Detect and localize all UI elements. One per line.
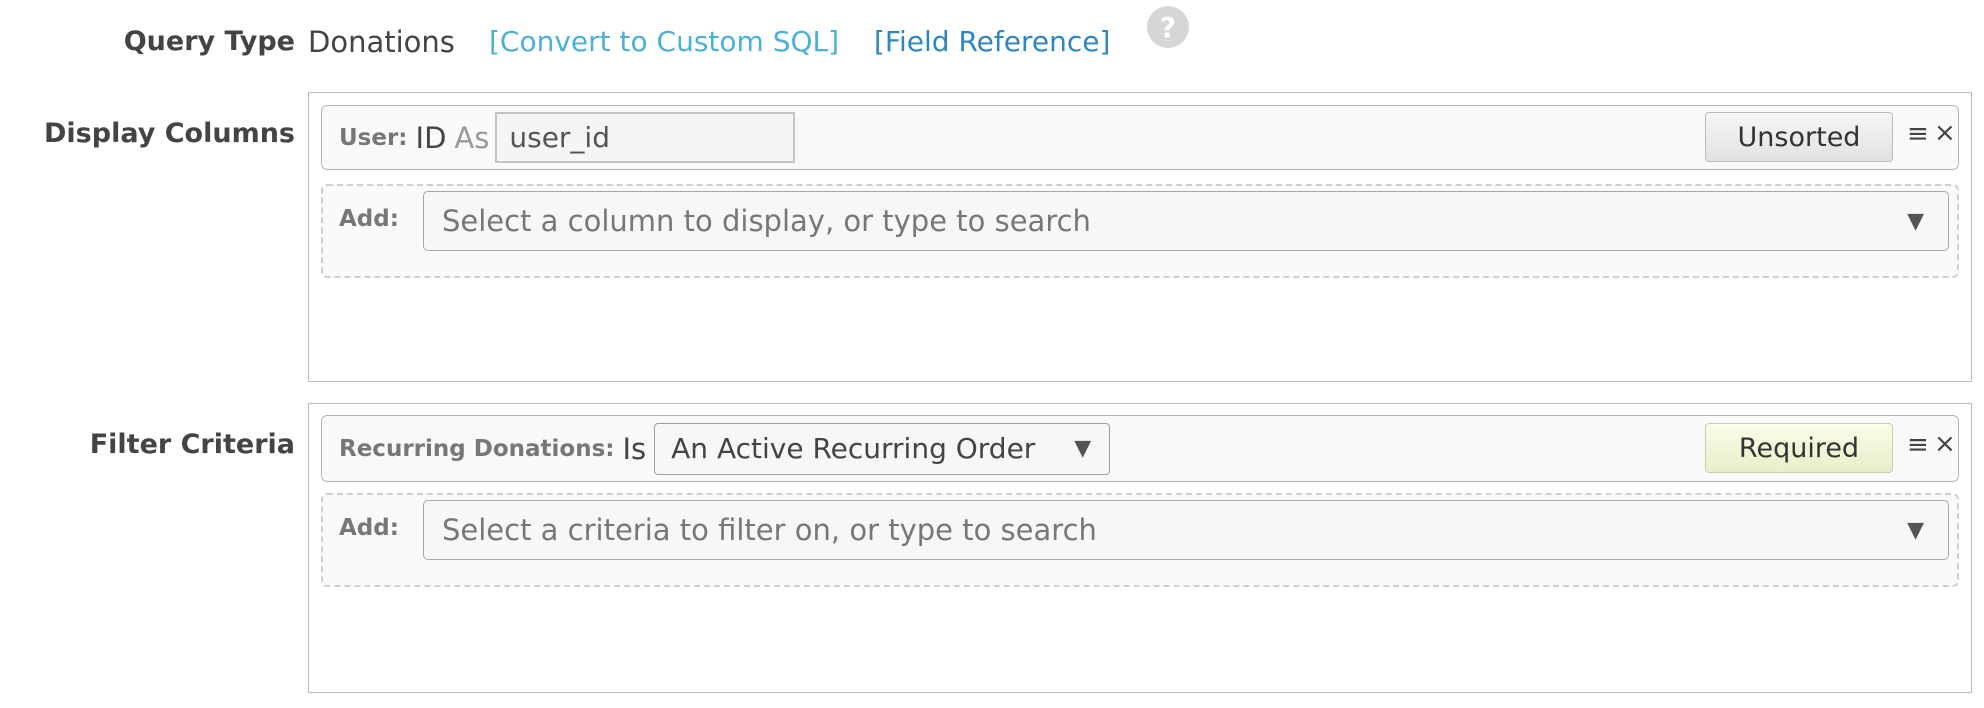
dropdown-arrow-icon: ▼ [1907,208,1924,234]
sort-order-button[interactable]: Unsorted [1705,112,1893,162]
dropdown-arrow-icon: ▼ [1907,517,1924,543]
dropdown-arrow-icon: ▼ [1074,436,1092,461]
filter-criteria-row: Recurring Donations: Is An Active Recurr… [321,415,1959,482]
help-icon[interactable]: ? [1147,6,1189,48]
filter-criteria-label: Filter Criteria [89,429,295,460]
drag-handle-icon[interactable]: ≡ [1907,119,1929,149]
add-column-placeholder: Select a column to display, or type to s… [442,204,1091,238]
query-type-label: Query Type [123,26,295,57]
required-toggle-button[interactable]: Required [1705,423,1893,473]
add-filter-placeholder: Select a criteria to filter on, or type … [442,513,1097,547]
column-alias-input[interactable] [495,112,796,163]
filter-field-label: Recurring Donations: [339,435,615,462]
query-type-value: Donations [308,25,455,59]
field-reference-link[interactable]: [Field Reference] [874,25,1110,58]
add-filter-box: Add: Select a criteria to filter on, or … [321,493,1959,587]
display-columns-label: Display Columns [44,118,295,149]
filter-operator: Is [622,431,647,466]
drag-handle-icon[interactable]: ≡ [1907,430,1929,460]
display-column-row: User: ID As Unsorted ≡ × [321,105,1959,170]
add-filter-select[interactable]: Select a criteria to filter on, or type … [423,500,1949,560]
convert-to-custom-sql-link[interactable]: [Convert to Custom SQL] [489,25,839,58]
filter-value-select[interactable]: An Active Recurring Order ▼ [654,422,1111,475]
remove-column-close-icon[interactable]: × [1934,118,1956,148]
filter-criteria-panel: Recurring Donations: Is An Active Recurr… [308,403,1972,693]
display-columns-panel: User: ID As Unsorted ≡ × Add: Select a c… [308,92,1972,382]
add-column-select[interactable]: Select a column to display, or type to s… [423,191,1949,251]
remove-filter-close-icon[interactable]: × [1934,429,1956,459]
add-column-box: Add: Select a column to display, or type… [321,184,1959,278]
filter-value-selected: An Active Recurring Order [671,432,1036,465]
column-field-label: User: [339,124,408,151]
column-as-word: As [454,120,490,155]
add-filter-label: Add: [339,515,399,541]
column-field-name: ID [415,120,447,155]
add-column-label: Add: [339,206,399,232]
